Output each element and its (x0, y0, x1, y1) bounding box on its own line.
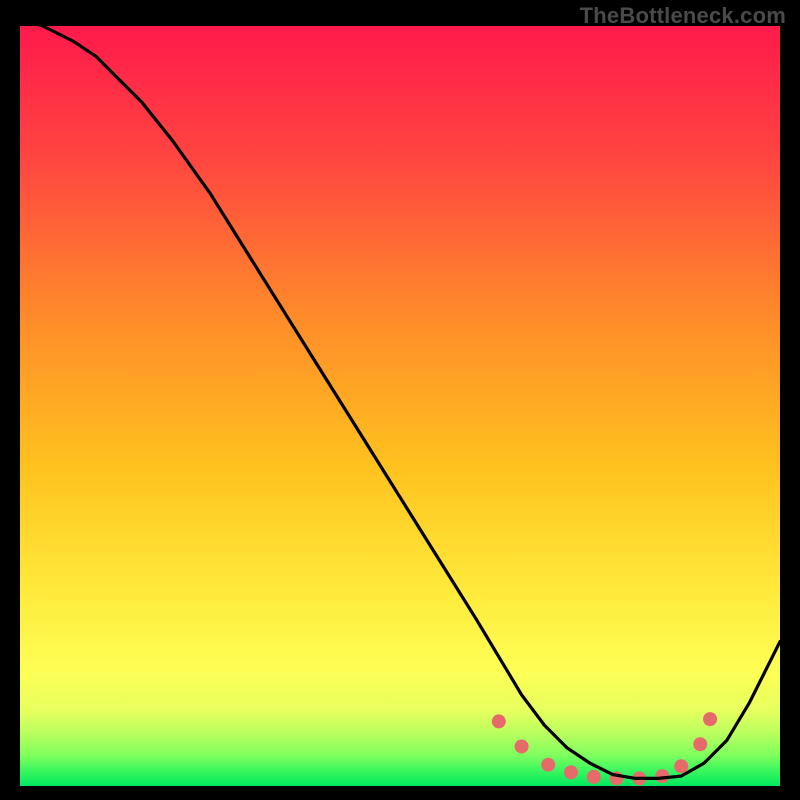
highlight-dot (541, 758, 555, 772)
chart-frame: TheBottleneck.com (0, 0, 800, 800)
highlight-dot (564, 765, 578, 779)
highlight-dot (515, 739, 529, 753)
highlight-dot (703, 712, 717, 726)
plot-area (20, 26, 780, 786)
gradient-background (20, 26, 780, 786)
highlight-dot (587, 770, 601, 784)
highlight-dot (693, 737, 707, 751)
highlight-dot (492, 714, 506, 728)
chart-svg (20, 26, 780, 786)
highlight-dot (674, 759, 688, 773)
